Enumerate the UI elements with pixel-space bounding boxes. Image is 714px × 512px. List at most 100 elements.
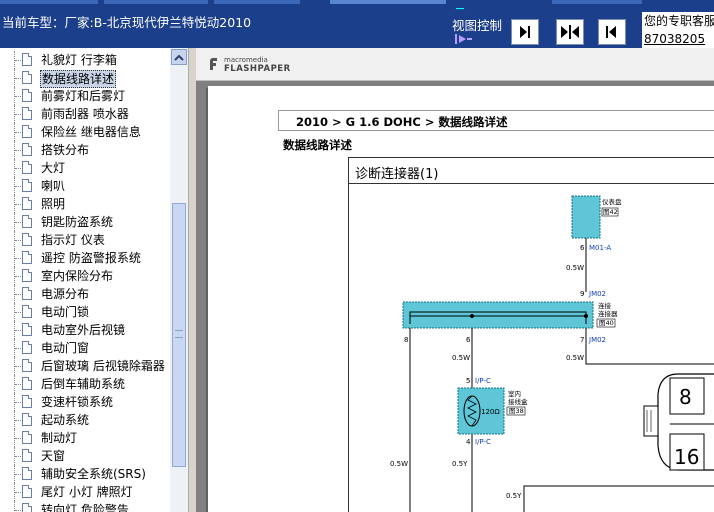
tree-item-label: 指示灯 仪表 [41, 233, 105, 247]
page-icon [22, 53, 32, 66]
tree-item[interactable]: 转向灯 危险警告 [0, 501, 170, 512]
prev-page-button[interactable] [511, 19, 539, 45]
tree-item[interactable]: 电动门锁 [0, 303, 170, 321]
resistor-value: 120Ω [481, 408, 500, 416]
page-icon [22, 71, 32, 84]
tree-item-label: 保险丝 继电器信息 [41, 125, 141, 139]
wiring-schematic: 仪表盘 图42 6 M01-A 0.5W 9 JM02 连接 连接器 图40 8… [390, 195, 714, 512]
pin-8: 8 [404, 336, 408, 344]
room-label-2: 接线盒 [508, 397, 528, 406]
page-icon [22, 359, 32, 372]
wire-05w-b: 0.5W [452, 354, 470, 362]
tree-item[interactable]: 保险丝 继电器信息 [0, 123, 170, 141]
topic-tree: 礼貌灯 行李箱 数据线路详述 前雾灯和后雾灯 前雨刮器 喷水器 保险丝 继电器信息 搭铁分… [0, 48, 170, 512]
pin-6: 6 [580, 244, 585, 252]
tree-item[interactable]: 电动门窗 [0, 339, 170, 357]
pin-5: 5 [466, 377, 470, 385]
cluster-ref: 图42 [603, 208, 618, 216]
page-icon [22, 269, 32, 282]
page-icon [22, 107, 32, 120]
page-icon [22, 377, 32, 390]
page-icon [22, 449, 32, 462]
page-icon [22, 287, 32, 300]
service-number[interactable]: 87038205 [642, 30, 714, 48]
tree-item[interactable]: 前雾灯和后雾灯 [0, 87, 170, 105]
tree-item[interactable]: 制动灯 [0, 429, 170, 447]
tree-item-label: 前雾灯和后雾灯 [41, 89, 126, 103]
car-model-label: 当前车型：厂家:B-北京现代伊兰特悦动2010 [2, 15, 252, 30]
tree-item-label: 钥匙防盗系统 [41, 215, 114, 229]
junction-label-2: 连接器 [598, 309, 618, 318]
tree-item[interactable]: 辅助安全系统(SRS) [0, 465, 170, 483]
pin-9: 9 [580, 290, 584, 298]
page-icon [22, 143, 32, 156]
tree-item[interactable]: 前雨刮器 喷水器 [0, 105, 170, 123]
page-icon [22, 431, 32, 444]
tree-item[interactable]: 大灯 [0, 159, 170, 177]
small-link[interactable]: __ [456, 0, 464, 9]
tree-item-label: 搭铁分布 [41, 143, 90, 157]
view-control-icon [455, 34, 472, 44]
diagram-title: 诊断连接器(1) [355, 167, 439, 182]
tab-strip-3[interactable] [214, 0, 300, 4]
tree-item-label: 数据线路详述 [40, 70, 117, 88]
page-icon [22, 413, 32, 426]
tree-item-label: 喇叭 [41, 179, 66, 193]
tab-strip-1[interactable] [0, 0, 98, 4]
page-icon [22, 197, 32, 210]
tree-item[interactable]: 变速杆锁系统 [0, 393, 170, 411]
tree-item[interactable]: 起动系统 [0, 411, 170, 429]
tree-item-label: 变速杆锁系统 [41, 395, 114, 409]
tree-item[interactable]: 室内保险分布 [0, 267, 170, 285]
tree-item-label: 前雨刮器 喷水器 [41, 107, 129, 121]
wire-05w-d: 0.5W [390, 460, 408, 468]
tree-item[interactable]: 尾灯 小灯 牌照灯 [0, 483, 170, 501]
scroll-up-button[interactable] [171, 49, 187, 65]
pane-splitter[interactable] [188, 48, 196, 512]
obd-pin-16: 16 [674, 445, 699, 469]
split-view-button[interactable] [556, 19, 584, 45]
tree-item-label: 后窗玻璃 后视镜除霜器 [41, 359, 165, 373]
brand-macromedia: macromedia [224, 56, 268, 64]
tree-item[interactable]: 照明 [0, 195, 170, 213]
back-button[interactable] [598, 19, 626, 45]
wire-05y-a: 0.5Y [452, 460, 468, 468]
cluster-box [571, 195, 601, 239]
tab-strip-2[interactable] [104, 0, 208, 4]
tree-item[interactable]: 礼貌灯 行李箱 [0, 51, 170, 69]
conn-jm02-bot: JM02 [588, 336, 606, 344]
tree-item[interactable]: 后倒车辅助系统 [0, 375, 170, 393]
tab-strip-5[interactable] [552, 0, 642, 4]
cluster-label: 仪表盘 [602, 197, 622, 206]
tree-item-label: 尾灯 小灯 牌照灯 [41, 485, 133, 499]
tree-item-label: 大灯 [41, 161, 66, 175]
page-icon [22, 161, 32, 174]
service-title: 您的专职客服 [644, 14, 714, 28]
tab-strip-4[interactable] [330, 0, 446, 4]
tree-item[interactable]: 指示灯 仪表 [0, 231, 170, 249]
page-icon [22, 503, 32, 512]
page-icon [22, 89, 32, 102]
tree-item[interactable]: 搭铁分布 [0, 141, 170, 159]
junction-block [402, 301, 594, 329]
wire-05w-a: 0.5W [566, 264, 584, 272]
tree-item[interactable]: 遥控 防盗警报系统 [0, 249, 170, 267]
pin-7: 7 [580, 336, 584, 344]
tree-item-label: 制动灯 [41, 431, 78, 445]
tree-item[interactable]: 电源分布 [0, 285, 170, 303]
tree-item[interactable]: 天窗 [0, 447, 170, 465]
tree-item[interactable]: 后窗玻璃 后视镜除霜器 [0, 357, 170, 375]
wire-05y-run [523, 485, 714, 512]
page-icon [22, 233, 32, 246]
page-icon [22, 323, 32, 336]
page-icon [22, 125, 32, 138]
wire-05w-c: 0.5W [566, 354, 584, 362]
tree-item[interactable]: 数据线路详述 [0, 69, 170, 88]
tree-item-label: 室内保险分布 [41, 269, 114, 283]
tree-item[interactable]: 喇叭 [0, 177, 170, 195]
tree-item-label: 遥控 防盗警报系统 [41, 251, 141, 265]
tree-item[interactable]: 电动室外后视镜 [0, 321, 170, 339]
section-title: 数据线路详述 [283, 138, 352, 152]
tree-item[interactable]: 钥匙防盗系统 [0, 213, 170, 231]
conn-ipc-top: I/P-C [475, 377, 491, 385]
